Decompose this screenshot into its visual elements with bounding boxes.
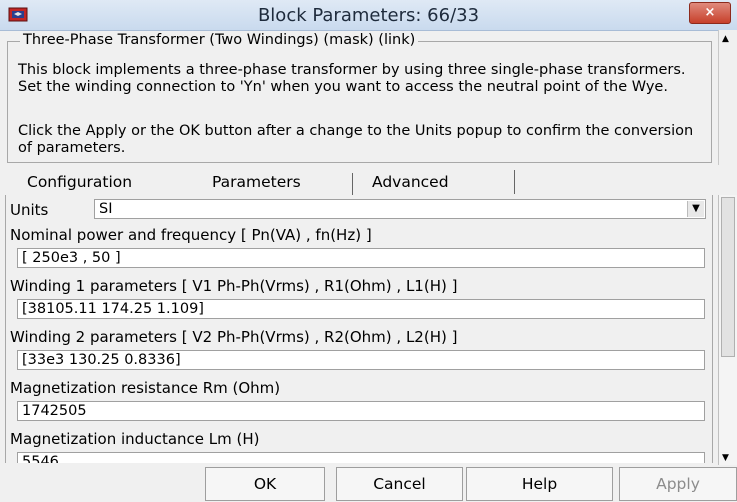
nominal-power-label: Nominal power and frequency [ Pn(VA) , f… xyxy=(10,226,372,244)
magnetization-resistance-label: Magnetization resistance Rm (Ohm) xyxy=(10,379,281,397)
close-button[interactable]: × xyxy=(689,2,731,24)
units-value: SI xyxy=(99,201,113,217)
winding1-label: Winding 1 parameters [ V1 Ph-Ph(Vrms) , … xyxy=(10,277,458,295)
apply-button[interactable]: Apply xyxy=(619,467,737,501)
tab-advanced[interactable]: Advanced xyxy=(360,170,515,194)
tab-divider xyxy=(352,173,353,195)
units-select[interactable]: SI ▼ xyxy=(94,199,706,219)
tab-parameters[interactable]: Parameters xyxy=(200,170,374,194)
magnetization-inductance-field[interactable]: 5546 xyxy=(17,452,705,463)
scrollbar-thumb[interactable] xyxy=(721,197,735,357)
winding2-field[interactable]: [33e3 130.25 0.8336] xyxy=(17,350,705,370)
help-button[interactable]: Help xyxy=(466,467,613,501)
tab-configuration[interactable]: Configuration xyxy=(15,170,204,194)
button-bar: OK Cancel Help Apply xyxy=(0,467,737,502)
magnetization-inductance-label: Magnetization inductance Lm (H) xyxy=(10,430,260,448)
mask-group-title: Three-Phase Transformer (Two Windings) (… xyxy=(20,32,419,48)
title-bar: Block Parameters: 66/33 × xyxy=(0,0,737,31)
parameters-scrollbar[interactable]: ▼ xyxy=(718,195,737,465)
window-title: Block Parameters: 66/33 xyxy=(257,5,480,26)
scroll-up-arrow-icon[interactable]: ▲ xyxy=(722,34,729,44)
mask-description: This block implements a three-phase tran… xyxy=(18,62,686,95)
winding1-field[interactable]: [38105.11 174.25 1.109] xyxy=(17,299,705,319)
nominal-power-field[interactable]: [ 250e3 , 50 ] xyxy=(17,248,705,268)
ok-button[interactable]: OK xyxy=(205,467,325,501)
description-scrollbar[interactable]: ▲ xyxy=(718,30,737,165)
units-label: Units xyxy=(10,201,49,219)
chevron-down-icon[interactable]: ▼ xyxy=(687,201,704,217)
scroll-down-arrow-icon[interactable]: ▼ xyxy=(722,453,729,463)
cancel-button[interactable]: Cancel xyxy=(336,467,463,501)
units-note: Click the Apply or the OK button after a… xyxy=(18,123,694,156)
parameters-panel: Units SI ▼ Nominal power and frequency [… xyxy=(5,195,713,463)
winding2-label: Winding 2 parameters [ V2 Ph-Ph(Vrms) , … xyxy=(10,328,458,346)
magnetization-resistance-field[interactable]: 1742505 xyxy=(17,401,705,421)
